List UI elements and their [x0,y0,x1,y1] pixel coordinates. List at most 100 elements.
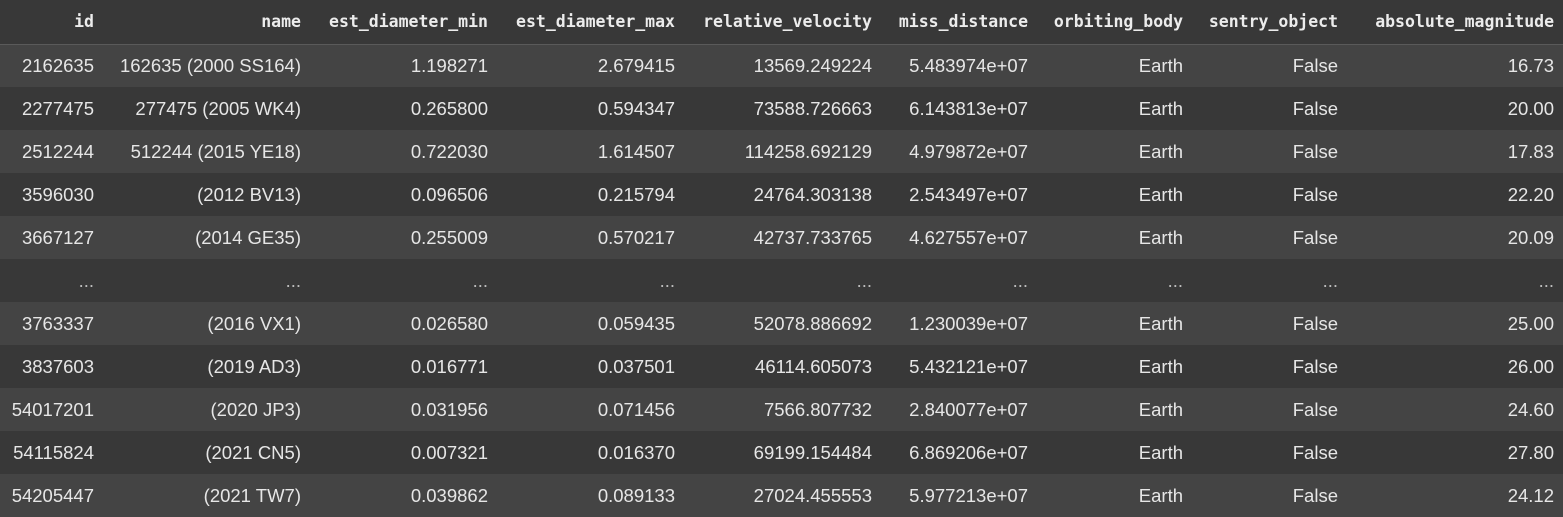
cell-est-diameter-min: 0.007321 [310,431,497,474]
cell-name: 277475 (2005 WK4) [103,87,310,130]
column-header-miss-distance: miss_distance [881,0,1037,45]
cell-sentry-object: False [1192,87,1347,130]
cell-orbiting-body: ... [1037,259,1192,302]
cell-est-diameter-min: 0.265800 [310,87,497,130]
cell-absolute-magnitude: 20.09 [1347,216,1563,259]
table-body: 2162635 162635 (2000 SS164) 1.198271 2.6794… [0,44,1563,517]
cell-orbiting-body: Earth [1037,431,1192,474]
cell-id: ... [0,259,103,302]
cell-id: 3596030 [0,173,103,216]
cell-est-diameter-max: ... [497,259,684,302]
cell-orbiting-body: Earth [1037,302,1192,345]
cell-orbiting-body: Earth [1037,474,1192,517]
cell-absolute-magnitude: 16.73 [1347,44,1563,87]
cell-sentry-object: False [1192,216,1347,259]
cell-est-diameter-min: 0.016771 [310,345,497,388]
cell-id: 3667127 [0,216,103,259]
cell-id: 2512244 [0,130,103,173]
table-row: 2162635 162635 (2000 SS164) 1.198271 2.6794… [0,44,1563,87]
cell-relative-velocity: 42737.733765 [684,216,881,259]
cell-relative-velocity: 13569.249224 [684,44,881,87]
cell-absolute-magnitude: 26.00 [1347,345,1563,388]
column-header-relative-velocity: relative_velocity [684,0,881,45]
cell-relative-velocity: 73588.726663 [684,87,881,130]
cell-miss-distance: 6.869206e+07 [881,431,1037,474]
cell-est-diameter-min: 1.198271 [310,44,497,87]
cell-miss-distance: 5.483974e+07 [881,44,1037,87]
cell-relative-velocity: 52078.886692 [684,302,881,345]
cell-absolute-magnitude: 17.83 [1347,130,1563,173]
cell-relative-velocity: 7566.807732 [684,388,881,431]
cell-miss-distance: 5.432121e+07 [881,345,1037,388]
table-header: id name est_diameter_min est_diameter_ma… [0,0,1563,45]
ellipsis-row: ........................... [0,259,1563,302]
cell-absolute-magnitude: 25.00 [1347,302,1563,345]
cell-absolute-magnitude: ... [1347,259,1563,302]
column-header-sentry-object: sentry_object [1192,0,1347,45]
cell-miss-distance: 2.543497e+07 [881,173,1037,216]
cell-name: (2014 GE35) [103,216,310,259]
cell-est-diameter-max: 0.059435 [497,302,684,345]
cell-est-diameter-min: 0.039862 [310,474,497,517]
table-row: 3667127 (2014 GE35) 0.255009 0.570217 42737.… [0,216,1563,259]
cell-est-diameter-max: 0.037501 [497,345,684,388]
cell-sentry-object: False [1192,173,1347,216]
cell-est-diameter-min: ... [310,259,497,302]
dataframe-table: id name est_diameter_min est_diameter_ma… [0,0,1563,517]
cell-name: (2021 CN5) [103,431,310,474]
cell-est-diameter-max: 1.614507 [497,130,684,173]
cell-absolute-magnitude: 24.60 [1347,388,1563,431]
cell-relative-velocity: ... [684,259,881,302]
cell-orbiting-body: Earth [1037,44,1192,87]
table-row: 54115824 (2021 CN5) 0.007321 0.016370 69199.… [0,431,1563,474]
cell-est-diameter-max: 0.570217 [497,216,684,259]
cell-id: 3837603 [0,345,103,388]
cell-sentry-object: ... [1192,259,1347,302]
cell-sentry-object: False [1192,44,1347,87]
cell-miss-distance: 1.230039e+07 [881,302,1037,345]
cell-est-diameter-max: 0.071456 [497,388,684,431]
cell-orbiting-body: Earth [1037,130,1192,173]
cell-est-diameter-max: 2.679415 [497,44,684,87]
cell-absolute-magnitude: 24.12 [1347,474,1563,517]
cell-name: (2020 JP3) [103,388,310,431]
cell-orbiting-body: Earth [1037,388,1192,431]
cell-sentry-object: False [1192,130,1347,173]
cell-miss-distance: 4.979872e+07 [881,130,1037,173]
cell-id: 2277475 [0,87,103,130]
cell-name: (2021 TW7) [103,474,310,517]
cell-sentry-object: False [1192,431,1347,474]
cell-id: 3763337 [0,302,103,345]
table-row: 54017201 (2020 JP3) 0.031956 0.071456 7566.8… [0,388,1563,431]
column-header-id: id [0,0,103,45]
cell-orbiting-body: Earth [1037,216,1192,259]
cell-relative-velocity: 46114.605073 [684,345,881,388]
cell-est-diameter-min: 0.722030 [310,130,497,173]
cell-miss-distance: 6.143813e+07 [881,87,1037,130]
cell-name: (2012 BV13) [103,173,310,216]
header-row: id name est_diameter_min est_diameter_ma… [0,0,1563,45]
table-row: 3596030 (2012 BV13) 0.096506 0.215794 24764.… [0,173,1563,216]
cell-id: 54205447 [0,474,103,517]
table-row: 54205447 (2021 TW7) 0.039862 0.089133 27024.… [0,474,1563,517]
cell-sentry-object: False [1192,345,1347,388]
cell-miss-distance: ... [881,259,1037,302]
cell-relative-velocity: 69199.154484 [684,431,881,474]
table-row: 3837603 (2019 AD3) 0.016771 0.037501 46114.6… [0,345,1563,388]
cell-est-diameter-max: 0.089133 [497,474,684,517]
cell-absolute-magnitude: 22.20 [1347,173,1563,216]
cell-miss-distance: 4.627557e+07 [881,216,1037,259]
cell-orbiting-body: Earth [1037,173,1192,216]
cell-name: (2019 AD3) [103,345,310,388]
cell-est-diameter-max: 0.215794 [497,173,684,216]
cell-sentry-object: False [1192,388,1347,431]
cell-relative-velocity: 24764.303138 [684,173,881,216]
cell-absolute-magnitude: 27.80 [1347,431,1563,474]
cell-est-diameter-min: 0.096506 [310,173,497,216]
cell-name: 162635 (2000 SS164) [103,44,310,87]
cell-est-diameter-max: 0.594347 [497,87,684,130]
cell-name: 512244 (2015 YE18) [103,130,310,173]
cell-orbiting-body: Earth [1037,87,1192,130]
cell-est-diameter-min: 0.031956 [310,388,497,431]
cell-est-diameter-min: 0.255009 [310,216,497,259]
